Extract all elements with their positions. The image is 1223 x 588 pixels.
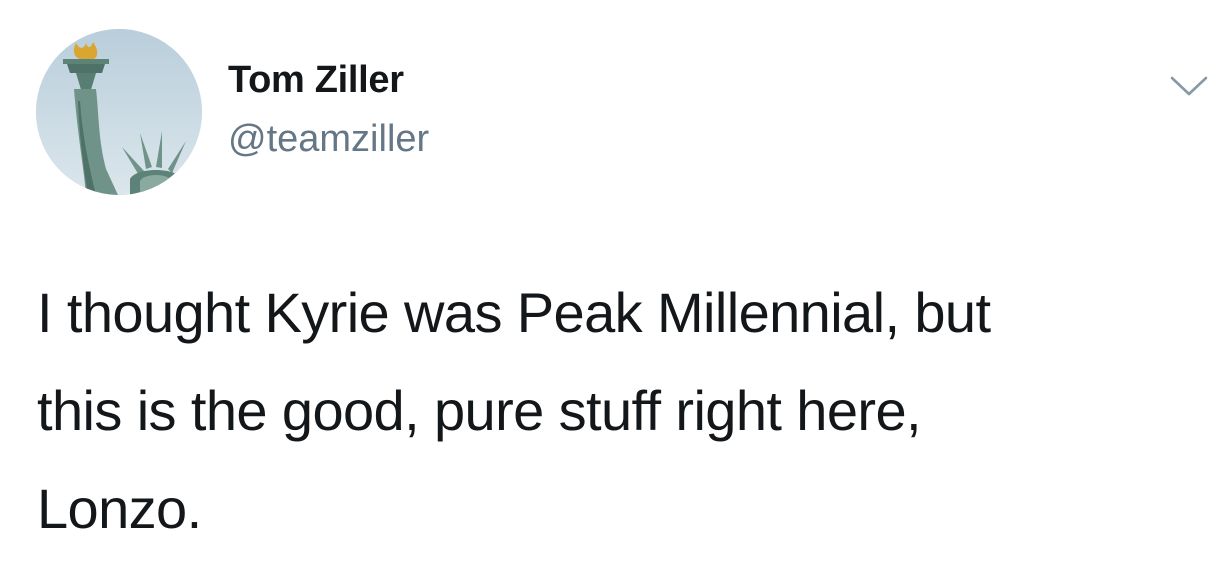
statue-of-liberty-icon [36,29,202,195]
chevron-down-icon [1170,76,1208,96]
tweet-card: Tom Ziller @teamziller I thought Kyrie w… [0,0,1223,588]
author-display-name[interactable]: Tom Ziller [228,56,429,104]
avatar[interactable] [36,29,202,195]
author-info: Tom Ziller @teamziller [228,56,429,163]
tweet-menu-button[interactable] [1168,70,1210,100]
author-handle[interactable]: @teamziller [228,115,429,163]
tweet-text: I thought Kyrie was Peak Millennial, but… [37,281,991,540]
